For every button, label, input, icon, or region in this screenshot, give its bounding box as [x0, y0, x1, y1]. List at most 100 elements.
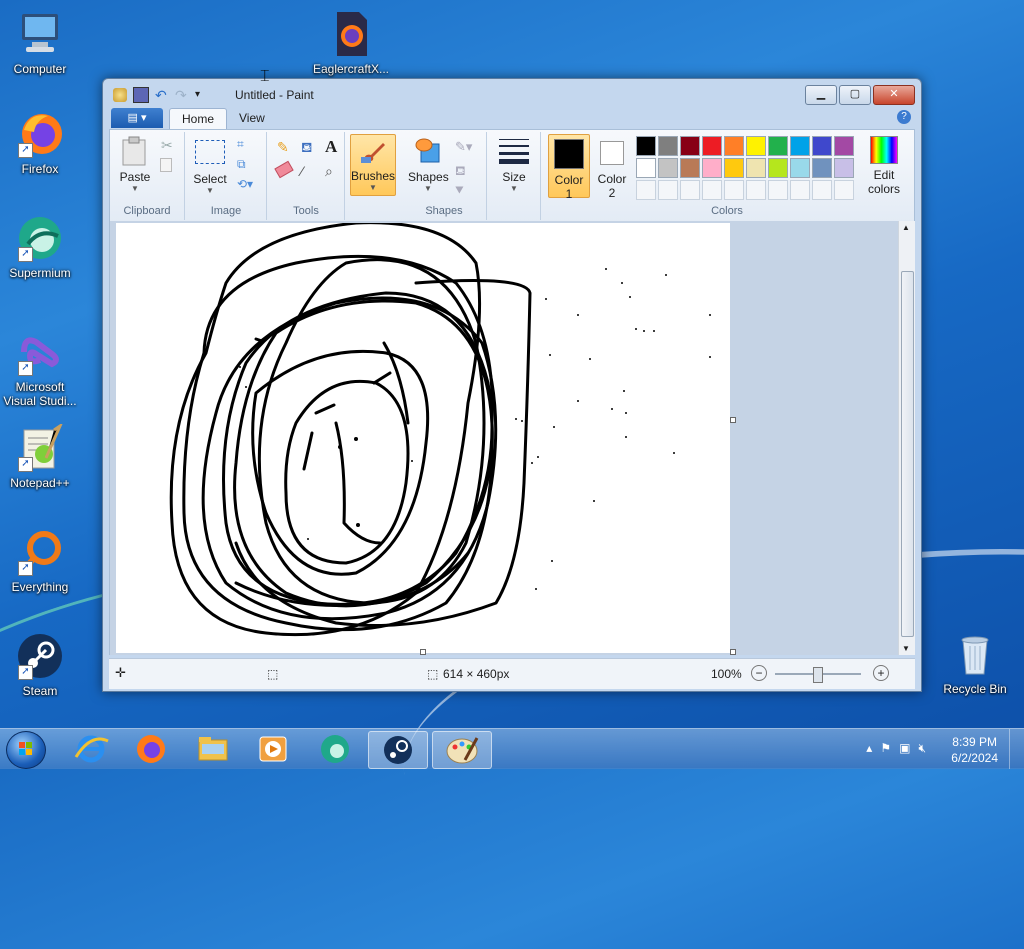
palette-color-swatch[interactable] — [790, 158, 810, 178]
paste-button[interactable]: Paste ▼ — [116, 136, 154, 193]
scrollbar-thumb[interactable] — [901, 271, 914, 637]
zoom-out-button[interactable]: − — [751, 665, 767, 681]
palette-color-swatch[interactable] — [702, 180, 722, 200]
desktop-icon-visual-studio[interactable]: ➚ Microsoft Visual Studi... — [0, 328, 80, 408]
palette-color-swatch[interactable] — [834, 136, 854, 156]
edit-colors-button[interactable]: Edit colors — [862, 136, 906, 196]
palette-color-swatch[interactable] — [768, 158, 788, 178]
color1-button[interactable]: Color 1 — [548, 134, 590, 201]
color2-button[interactable]: Color 2 — [592, 134, 632, 200]
scroll-down-arrow-icon[interactable]: ▼ — [902, 644, 910, 653]
scroll-up-arrow-icon[interactable]: ▲ — [902, 223, 910, 232]
drawing-canvas[interactable] — [116, 223, 730, 653]
title-bar[interactable]: ↶ ↷ ▾ Untitled - Paint ▁ ▢ ✕ — [103, 79, 921, 109]
magnifier-icon[interactable]: ⌕ — [324, 162, 344, 182]
maximize-button[interactable]: ▢ — [839, 85, 871, 105]
outline-icon[interactable]: ✎▾ — [454, 138, 474, 158]
zoom-slider-thumb[interactable] — [813, 667, 823, 683]
desktop-icon-eaglercraft[interactable]: EaglercraftX... — [311, 10, 391, 76]
show-desktop-button[interactable] — [1009, 729, 1024, 769]
palette-color-swatch[interactable] — [724, 180, 744, 200]
palette-color-swatch[interactable] — [812, 180, 832, 200]
start-button[interactable] — [6, 731, 46, 769]
desktop-icon-steam[interactable]: ➚ Steam — [0, 632, 80, 698]
palette-color-swatch[interactable] — [746, 136, 766, 156]
palette-color-swatch[interactable] — [636, 180, 656, 200]
palette-color-swatch[interactable] — [768, 180, 788, 200]
palette-color-swatch[interactable] — [834, 158, 854, 178]
crop-icon[interactable]: ⌗ — [236, 136, 256, 156]
customize-toolbar-icon[interactable]: ▾ — [195, 88, 209, 102]
palette-color-swatch[interactable] — [658, 136, 678, 156]
pencil-icon[interactable]: ✎ — [276, 138, 296, 158]
palette-color-swatch[interactable] — [746, 180, 766, 200]
resize-icon[interactable]: ⧉ — [236, 156, 256, 176]
cut-icon[interactable]: ✂ — [160, 136, 180, 156]
zoom-in-button[interactable]: + — [873, 665, 889, 681]
taskbar-media-player[interactable] — [244, 731, 302, 767]
tab-home[interactable]: Home — [169, 108, 228, 129]
save-icon[interactable] — [133, 87, 149, 103]
palette-color-swatch[interactable] — [834, 180, 854, 200]
palette-color-swatch[interactable] — [812, 136, 832, 156]
palette-color-swatch[interactable] — [702, 158, 722, 178]
copy-icon[interactable] — [160, 158, 172, 172]
palette-color-swatch[interactable] — [658, 180, 678, 200]
close-button[interactable]: ✕ — [873, 85, 915, 105]
palette-color-swatch[interactable] — [812, 158, 832, 178]
palette-color-swatch[interactable] — [636, 158, 656, 178]
action-center-flag-icon[interactable]: ⚑ — [880, 741, 891, 756]
taskbar-steam[interactable] — [368, 731, 428, 769]
select-button[interactable]: Select ▼ — [190, 136, 230, 195]
volume-muted-icon[interactable]: 🔇︎ — [918, 741, 926, 756]
undo-icon[interactable]: ↶ — [155, 88, 169, 102]
taskbar-file-explorer[interactable] — [184, 731, 242, 767]
vertical-scrollbar[interactable]: ▲ ▼ — [898, 221, 915, 655]
minimize-button[interactable]: ▁ — [805, 85, 837, 105]
redo-icon[interactable]: ↷ — [175, 88, 189, 102]
canvas-resize-handle[interactable] — [730, 649, 736, 655]
taskbar-firefox[interactable] — [122, 731, 180, 767]
canvas-resize-handle[interactable] — [730, 417, 736, 423]
network-icon[interactable]: ▣ — [899, 741, 910, 756]
rotate-icon[interactable]: ⟲▾ — [236, 176, 256, 196]
fill-bucket-icon[interactable]: ⛾ — [300, 138, 320, 158]
desktop-icon-everything[interactable]: ➚ Everything — [0, 528, 80, 594]
color-picker-icon[interactable]: ⁄ — [300, 162, 320, 182]
desktop-icon-supermium[interactable]: ➚ Supermium — [0, 214, 80, 280]
desktop-icon-notepadpp[interactable]: ➚ Notepad++ — [0, 421, 80, 490]
paint-window[interactable]: ↶ ↷ ▾ Untitled - Paint ▁ ▢ ✕ ▤ ▾ Home Vi… — [102, 78, 922, 692]
desktop-icon-recycle-bin[interactable]: Recycle Bin — [935, 630, 1015, 696]
taskbar-internet-explorer[interactable] — [62, 731, 120, 767]
palette-color-swatch[interactable] — [724, 136, 744, 156]
taskbar-paint[interactable] — [432, 731, 492, 769]
taskbar-supermium[interactable] — [306, 731, 364, 767]
canvas-resize-handle[interactable] — [420, 649, 426, 655]
text-tool-icon[interactable]: A — [324, 136, 344, 156]
paint-app-icon[interactable] — [113, 88, 127, 102]
taskbar-clock[interactable]: 8:39 PM 6/2/2024 — [951, 734, 998, 766]
paint-menu-button[interactable]: ▤ ▾ — [111, 108, 163, 128]
help-icon[interactable]: ? — [897, 110, 911, 124]
palette-color-swatch[interactable] — [768, 136, 788, 156]
palette-color-swatch[interactable] — [680, 136, 700, 156]
fill-icon[interactable]: ⛾▾ — [454, 162, 474, 196]
palette-color-swatch[interactable] — [746, 158, 766, 178]
palette-color-swatch[interactable] — [680, 180, 700, 200]
desktop-icon-computer[interactable]: Computer — [0, 10, 80, 76]
size-button[interactable]: Size ▼ — [494, 136, 534, 193]
brushes-button[interactable]: Brushes ▼ — [350, 134, 396, 196]
palette-color-swatch[interactable] — [790, 136, 810, 156]
palette-color-swatch[interactable] — [790, 180, 810, 200]
desktop-icon-firefox[interactable]: ➚ Firefox — [0, 110, 80, 176]
palette-color-swatch[interactable] — [724, 158, 744, 178]
zoom-slider[interactable] — [775, 667, 861, 683]
shapes-button[interactable]: Shapes ▼ — [408, 136, 449, 193]
tab-view[interactable]: View — [227, 108, 277, 128]
show-hidden-icons-icon[interactable]: ▴ — [866, 741, 872, 756]
palette-color-swatch[interactable] — [658, 158, 678, 178]
palette-color-swatch[interactable] — [702, 136, 722, 156]
palette-color-swatch[interactable] — [680, 158, 700, 178]
palette-color-swatch[interactable] — [636, 136, 656, 156]
eraser-icon[interactable] — [274, 160, 294, 179]
